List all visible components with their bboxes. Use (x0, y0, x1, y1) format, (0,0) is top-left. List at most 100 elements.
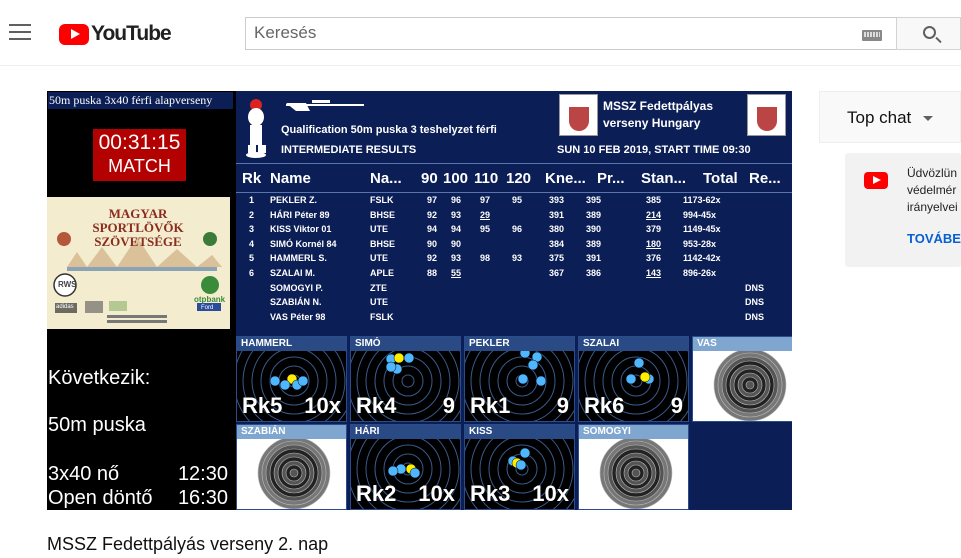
cell-name: PEKLER Z. (270, 195, 318, 205)
cell-rk: 1 (249, 195, 255, 205)
cell-kne: 380 (549, 224, 565, 235)
cell-s110: 98 (480, 253, 491, 264)
chevron-down-icon[interactable] (923, 116, 933, 121)
mascot-icon (246, 99, 266, 158)
organizer-line: verseny Hungary (603, 116, 701, 130)
timer-value: 00:31:15 (98, 131, 181, 154)
qualification-heading: Qualification 50m puska 3 teshelyzet fér… (281, 124, 497, 136)
cell-name: SZABIÁN N. (270, 297, 322, 308)
cell-total: 1149-45x (683, 224, 721, 235)
cell-kne: 384 (549, 238, 565, 249)
search-box[interactable]: Keresés (245, 17, 896, 50)
ford-logo: Ford (201, 305, 214, 311)
chat-header[interactable]: Top chat (819, 91, 961, 143)
cell-rk: 5 (249, 253, 255, 264)
mssz-crest-icon (747, 94, 786, 136)
target-tile: SOMOGYI (578, 424, 689, 510)
target-rank: Rk6 (584, 393, 625, 418)
search-input[interactable]: Keresés (254, 23, 316, 43)
notice-line: védelmér (907, 183, 957, 197)
shot-marker (393, 352, 405, 364)
adidas-logo: adidas (56, 304, 74, 310)
cell-s100: 94 (451, 224, 462, 235)
cell-s120: 96 (512, 224, 523, 235)
schedule-event: Open döntő (48, 487, 153, 509)
target-name: KISS (465, 425, 574, 439)
keyboard-icon[interactable] (862, 30, 882, 41)
cell-pr: 395 (586, 195, 602, 205)
intermediate-results-label: INTERMEDIATE RESULTS (281, 144, 417, 156)
youtube-logo[interactable]: YouTube (59, 22, 172, 45)
search-button[interactable] (896, 17, 961, 50)
shot-marker (385, 361, 397, 373)
cell-name: VAS Péter 98 (270, 311, 326, 322)
schedule-event: 3x40 nő (48, 463, 120, 485)
target-tile: KISS Rk3 10x (464, 424, 575, 510)
cell-nat: ZTE (370, 282, 387, 293)
notice-line: irányelvei (907, 200, 958, 214)
target-rank: Rk3 (470, 481, 511, 506)
cell-pr: 390 (586, 224, 602, 235)
cell-re: DNS (745, 311, 765, 322)
learn-more-link[interactable]: TOVÁBE (907, 231, 961, 246)
shot-marker (409, 467, 421, 479)
cell-s90: 92 (427, 209, 438, 220)
shot-marker (633, 357, 645, 369)
top-chat-label[interactable]: Top chat (847, 108, 911, 128)
otpbank-logo: otpbank (194, 295, 226, 304)
col-header: Na... (370, 170, 402, 187)
notice-text: Üdvözlün védelmér irányelvei (907, 165, 961, 216)
video-player[interactable]: 50m puska 3x40 férfi alapverseny 00:31:1… (47, 91, 792, 510)
target-name: VAS (693, 337, 792, 351)
cell-rk: 3 (249, 224, 255, 235)
shot-marker (387, 465, 399, 477)
target-score: 9 (442, 393, 455, 418)
col-header: Re... (749, 170, 781, 187)
cell-kne: 367 (549, 268, 565, 278)
results-board: Qualification 50m puska 3 teshelyzet fér… (236, 91, 792, 510)
shot-marker (639, 371, 651, 383)
col-header: Stan... (641, 170, 687, 187)
target-name: HAMMERL (237, 337, 346, 351)
masthead: YouTube Keresés (0, 0, 961, 66)
target-grid: HAMMERL Rk5 10x SIMÓ Rk4 9 PEKLER Rk1 9 SZALAI Rk6… (236, 336, 792, 510)
cell-total: 953-28x (683, 238, 717, 249)
next-label: Következik: (48, 367, 151, 389)
schedule-item: Open döntő 16:30 (48, 487, 228, 510)
video-title: MSSZ Fedettpályás verseny 2. nap (47, 534, 329, 554)
youtube-play-icon (59, 23, 89, 45)
cell-s90: 88 (427, 268, 438, 278)
cell-kne: 375 (549, 253, 565, 264)
cell-total: 1173-62x (683, 195, 721, 205)
col-header: Name (270, 170, 311, 187)
info-panel: 50m puska 3x40 férfi alapverseny 00:31:1… (47, 91, 233, 510)
hamburger-menu-icon[interactable] (9, 24, 31, 42)
cell-rk: 2 (249, 209, 255, 220)
cell-s100: 90 (451, 238, 462, 249)
cell-stan: 180 (646, 238, 662, 249)
table-row: 2 HÁRI Péter 89 BHSE 92 93 29 391 389 214 994-45x (236, 210, 792, 224)
target-tile: SZABIÁN (236, 424, 347, 510)
sponsor-banner: MAGYAR SPORTLÖVŐK SZÖVETSÉGE RWS otpbank… (47, 197, 230, 329)
target-rank: Rk4 (356, 393, 397, 418)
col-header: Kne... (545, 170, 586, 187)
cell-nat: FSLK (370, 195, 394, 205)
date-line: SUN 10 FEB 2019, START TIME 09:30 (557, 144, 751, 156)
table-row: SZABIÁN N. UTE DNS (236, 297, 792, 311)
cell-pr: 389 (586, 238, 602, 249)
target-tile: PEKLER Rk1 9 (464, 336, 575, 422)
target-name: PEKLER (465, 337, 574, 351)
cell-re: DNS (745, 282, 765, 293)
table-row: 1 PEKLER Z. FSLK 97 96 97 95 393 395 385 1173-62x (236, 195, 792, 209)
cell-s120: 93 (512, 253, 523, 264)
table-row: SOMOGYI P. ZTE DNS (236, 283, 792, 297)
competition-title: 50m puska 3x40 férfi alapverseny (48, 92, 233, 109)
cell-stan: 214 (646, 209, 662, 220)
organizer-line: MSSZ Fedettpályas (603, 99, 714, 113)
schedule-item: 3x40 nő 12:30 (48, 463, 228, 486)
table-row: 4 SIMÓ Kornél 84 BHSE 90 90 384 389 180 953-28x (236, 239, 792, 253)
target-name: SZABIÁN (237, 425, 346, 439)
cell-nat: BHSE (370, 209, 396, 220)
cell-s90: 90 (427, 238, 438, 249)
sponsor-title: MAGYAR SPORTLÖVŐK SZÖVETSÉGE (92, 206, 184, 249)
